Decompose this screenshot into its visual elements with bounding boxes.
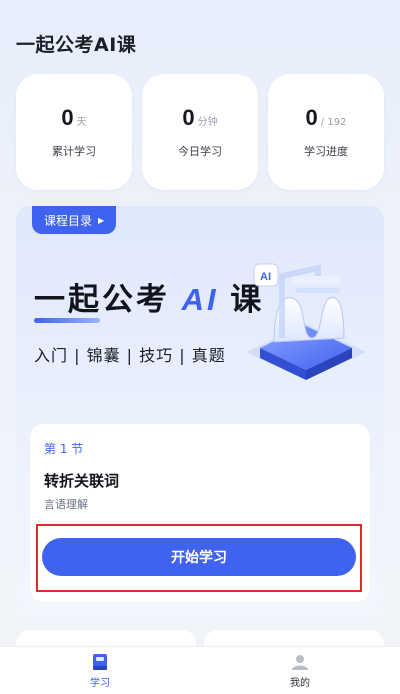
user-icon [292, 654, 308, 670]
stat-unit: / 192 [320, 117, 347, 128]
stat-value: 0 [182, 105, 195, 130]
tab-study[interactable]: 学习 [0, 647, 200, 694]
tab-mine[interactable]: 我的 [200, 647, 400, 694]
banner-underline [34, 318, 100, 323]
tab-label: 学习 [90, 677, 110, 689]
stat-card-progress: 0 / 192 学习进度 [268, 74, 384, 190]
stat-value: 0 [305, 105, 318, 130]
lesson-section: 第 1 节 [44, 442, 84, 456]
book-icon [93, 653, 107, 670]
course-catalog-button[interactable]: 课程目录 ▶ [32, 206, 117, 234]
course-illustration: AI [246, 263, 366, 380]
stat-unit: 分钟 [197, 117, 218, 128]
app-title: 一起公考AI课 [16, 34, 137, 56]
illustration-badge: AI [260, 271, 271, 283]
stat-unit: 天 [76, 117, 87, 128]
start-learning-button[interactable]: 开始学习 [42, 538, 356, 576]
lesson-panel: 第 1 节 转折关联词 言语理解 开始学习 [30, 424, 370, 602]
stat-label: 学习进度 [304, 145, 348, 158]
stat-card-total-study: 0 天 累计学习 [16, 74, 132, 190]
stat-label: 今日学习 [178, 145, 222, 158]
lesson-title: 转折关联词 [44, 472, 120, 490]
caret-right-icon: ▶ [98, 215, 105, 225]
bottom-tab-bar: 学习 我的 [0, 646, 400, 694]
tab-label: 我的 [290, 677, 310, 689]
banner-title-pre: 一起公考 [34, 282, 170, 317]
stat-card-today-study: 0 分钟 今日学习 [142, 74, 258, 190]
stat-label: 累计学习 [52, 145, 96, 158]
lesson-category: 言语理解 [44, 498, 88, 511]
course-card: 课程目录 ▶ 一起公考 AI 课 入门 | 锦囊 | 技巧 | 真题 AI 第 … [16, 206, 384, 618]
stat-value: 0 [61, 105, 74, 130]
banner-subtitle: 入门 | 锦囊 | 技巧 | 真题 [34, 346, 226, 365]
catalog-label: 课程目录 [44, 213, 93, 228]
stats-row: 0 天 累计学习 0 分钟 今日学习 0 / 192 学习进度 [16, 74, 384, 190]
banner-title-ai: AI [181, 282, 219, 317]
